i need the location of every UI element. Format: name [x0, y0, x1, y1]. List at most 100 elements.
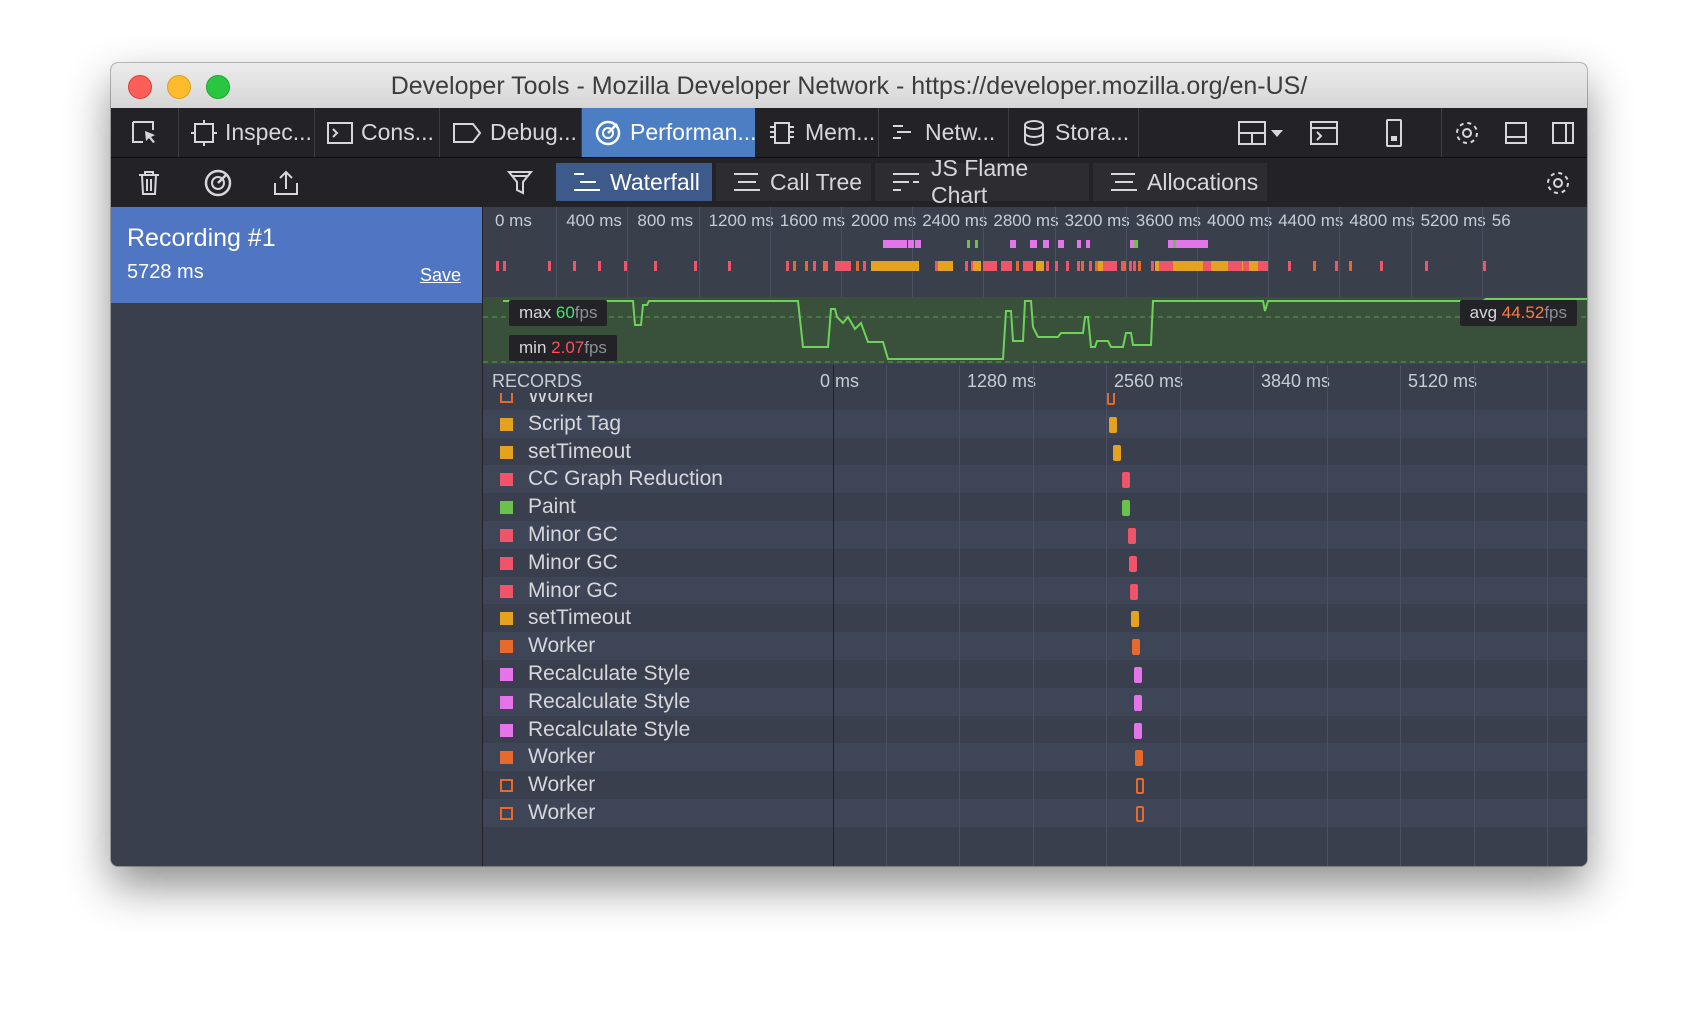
waterfall-row[interactable]: Paint — [483, 493, 1587, 521]
gc-marker — [728, 261, 731, 271]
save-recording-link[interactable]: Save — [420, 265, 461, 286]
layout-dropdown-button[interactable] — [1229, 108, 1293, 157]
waterfall-row[interactable]: setTimeout — [483, 604, 1587, 632]
waterfall-marker-bar[interactable] — [1135, 806, 1144, 822]
tab-memory[interactable]: Mem... — [755, 108, 879, 157]
overview-markers — [496, 240, 1486, 271]
waterfall-row[interactable]: setTimeout — [483, 438, 1587, 466]
fps-min-label: min 2.07fps — [509, 335, 617, 361]
gc-marker — [1258, 261, 1268, 271]
import-recording-button[interactable] — [264, 158, 308, 207]
gc-marker — [835, 261, 851, 271]
waterfall-row[interactable]: Recalculate Style — [483, 687, 1587, 716]
performance-settings-button[interactable] — [1533, 158, 1583, 207]
gc-marker — [1023, 261, 1033, 271]
subtab-allocations[interactable]: Allocations — [1093, 163, 1267, 201]
timeline-overview[interactable]: 0 ms 400 ms 800 ms 1200 ms 1600 ms 2000 ms 240… — [483, 207, 1587, 364]
waterfall-row[interactable]: Minor GC — [483, 576, 1587, 605]
waterfall-marker-bar[interactable] — [1134, 750, 1143, 767]
waterfall-marker-bar[interactable] — [1108, 416, 1117, 433]
worker-marker — [1081, 261, 1084, 271]
scratchpad-icon — [1310, 120, 1338, 145]
tab-debugger[interactable]: Debug... — [440, 108, 582, 157]
waterfall-marker-bar[interactable] — [1113, 444, 1122, 461]
waterfall-gridline — [1106, 365, 1107, 866]
tab-storage[interactable]: Stora... — [1009, 108, 1139, 157]
subtab-waterfall[interactable]: Waterfall — [556, 163, 712, 201]
tab-network[interactable]: Netw... — [879, 108, 1009, 157]
tab-inspector[interactable]: Inspec... — [179, 108, 315, 157]
gc-marker — [1129, 261, 1132, 271]
worker-marker — [823, 261, 826, 271]
dock-bottom-button[interactable] — [1494, 108, 1538, 157]
style-marker — [908, 240, 914, 248]
layout-dropdown-icon — [1238, 120, 1283, 145]
recording-item[interactable]: Recording #1 5728 ms Save — [111, 207, 482, 303]
worker-marker — [805, 261, 808, 271]
waterfall-marker-bar[interactable] — [1135, 778, 1144, 795]
waterfall-row[interactable]: Worker — [483, 632, 1587, 660]
waterfall-marker-bar[interactable] — [1128, 555, 1137, 572]
waterfall-row[interactable]: Recalculate Style — [483, 660, 1587, 688]
flame-chart-icon — [893, 173, 919, 191]
tab-label: Performan... — [630, 119, 757, 145]
marker-name: Recalculate Style — [528, 689, 691, 713]
fps-max-label: max 60fps — [509, 300, 608, 326]
marker-name: Worker — [528, 773, 596, 797]
waterfall-row[interactable]: Worker — [483, 743, 1587, 772]
waterfall-marker-bar[interactable] — [1134, 722, 1143, 739]
waterfall-marker-bar[interactable] — [1130, 583, 1139, 600]
waterfall-marker-bar[interactable] — [1131, 639, 1140, 656]
start-recording-button[interactable] — [196, 158, 240, 207]
waterfall-tick-label: 3840 ms — [1261, 371, 1331, 391]
waterfall-marker-bar[interactable] — [1133, 667, 1142, 683]
waterfall-row[interactable]: Worker — [483, 771, 1587, 799]
waterfall-marker-bar[interactable] — [1127, 528, 1136, 544]
waterfall-marker-bar[interactable] — [1131, 611, 1140, 628]
waterfall-sidebar-divider[interactable] — [833, 365, 834, 866]
subtab-js-flame-chart[interactable]: JS Flame Chart — [875, 158, 1089, 208]
tab-label: Cons... — [361, 119, 434, 145]
element-picker-button[interactable] — [111, 108, 179, 157]
filter-button[interactable] — [495, 158, 545, 207]
waterfall-marker-bar[interactable] — [1134, 694, 1143, 711]
debugger-icon — [453, 122, 482, 143]
scratchpad-button[interactable] — [1299, 108, 1349, 157]
waterfall-row[interactable]: Recalculate Style — [483, 716, 1587, 744]
marker-swatch — [500, 584, 513, 598]
style-marker — [1030, 240, 1037, 248]
dock-side-button[interactable] — [1541, 108, 1585, 157]
responsive-design-button[interactable] — [1369, 108, 1419, 157]
clear-recordings-button[interactable] — [127, 158, 171, 207]
gc-marker — [1151, 261, 1154, 271]
waterfall-row[interactable]: Minor GC — [483, 549, 1587, 577]
recording-title: Recording #1 — [127, 224, 276, 252]
performance-main-panel: Waterfall Call Tree JS Flame Chart Alloc… — [483, 158, 1587, 866]
tab-performance[interactable]: Performan... — [582, 108, 757, 157]
paint-marker — [975, 240, 978, 248]
waterfall-marker-bar[interactable] — [1122, 472, 1131, 489]
waterfall-row[interactable]: Script Tag — [483, 409, 1587, 438]
marker-swatch — [500, 556, 513, 570]
style-marker — [915, 240, 921, 248]
subtab-call-tree[interactable]: Call Tree — [716, 163, 871, 201]
waterfall-row[interactable]: CC Graph Reduction — [483, 465, 1587, 494]
worker-marker — [1313, 261, 1316, 271]
performance-icon — [595, 120, 621, 145]
tab-console[interactable]: Cons... — [315, 108, 440, 157]
waterfall-row[interactable]: Minor GC — [483, 521, 1587, 549]
fps-max-prefix: max — [519, 303, 552, 322]
import-icon — [274, 170, 298, 195]
gc-marker — [1009, 261, 1012, 271]
record-icon — [204, 169, 232, 196]
responsive-design-icon — [1386, 118, 1402, 147]
waterfall-row[interactable]: Worker — [483, 799, 1587, 827]
records-header: RECORDS — [492, 371, 583, 391]
gc-marker — [935, 261, 938, 271]
fps-avg-label: avg 44.52fps — [1459, 300, 1577, 326]
waterfall-marker-bar[interactable] — [1121, 500, 1130, 517]
toolbox-settings-button[interactable] — [1441, 108, 1491, 157]
worker-marker — [1349, 261, 1352, 271]
fps-max-unit: fps — [574, 303, 598, 322]
worker-marker — [856, 261, 859, 271]
